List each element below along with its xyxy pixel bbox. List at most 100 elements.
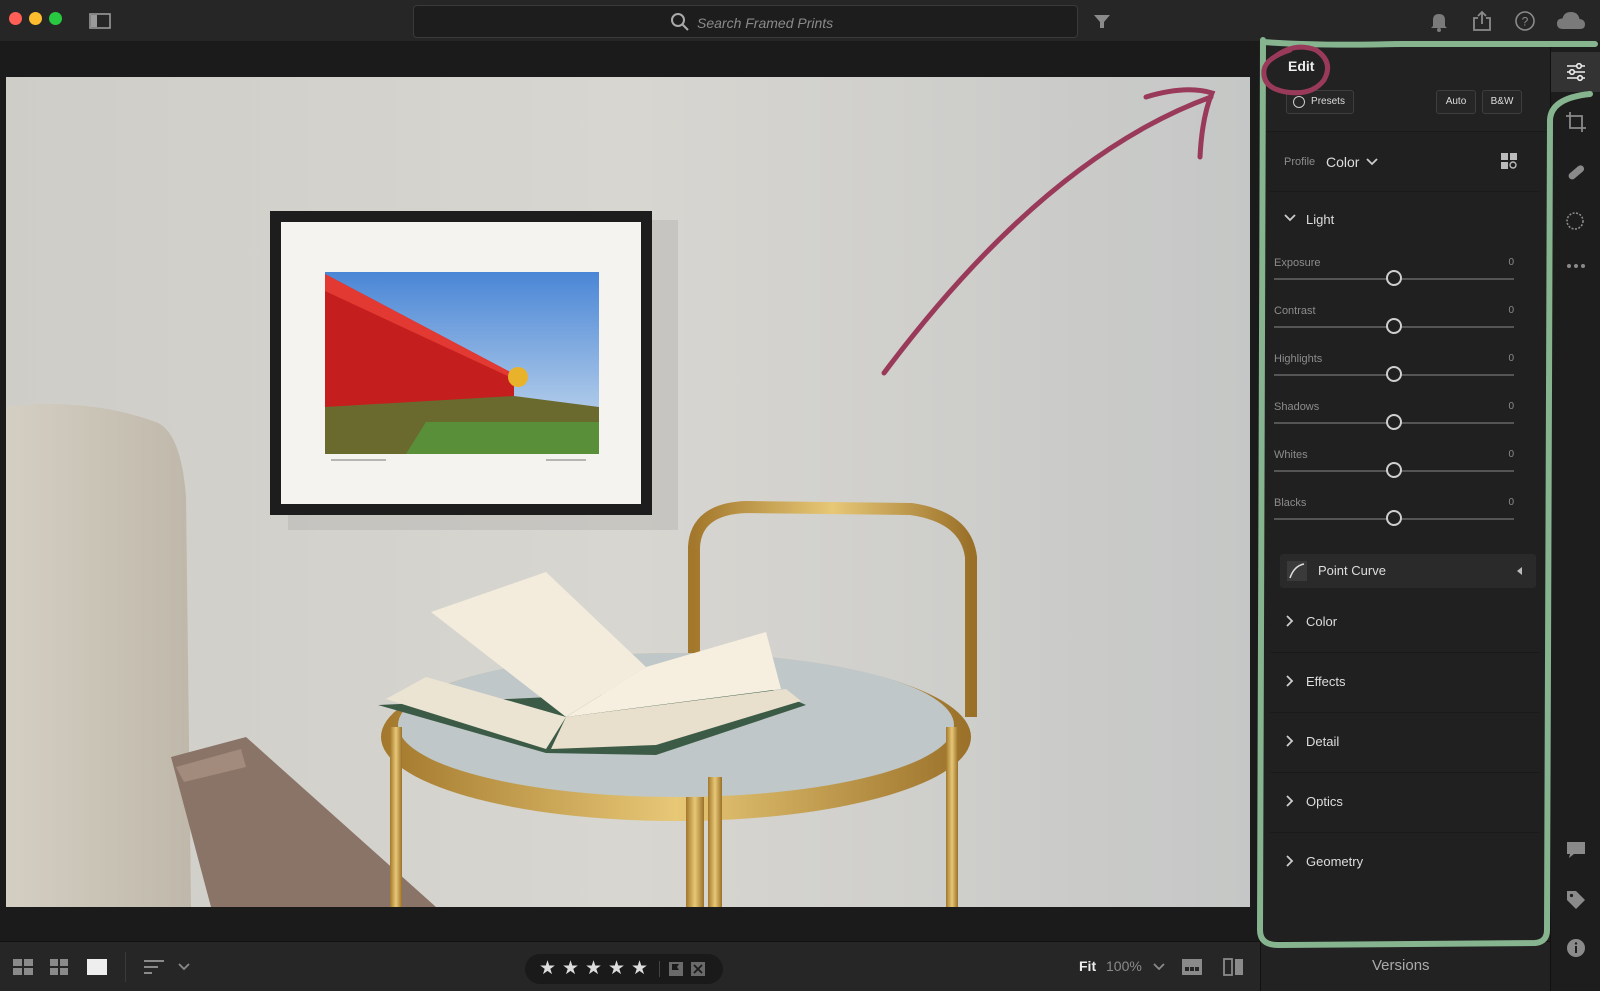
sidebar-toggle-icon[interactable]: [88, 9, 112, 33]
slider-thumb[interactable]: [1386, 270, 1402, 286]
profile-browser-icon[interactable]: [1500, 152, 1518, 170]
slider-thumb[interactable]: [1386, 318, 1402, 334]
point-curve-row[interactable]: Point Curve: [1280, 554, 1536, 588]
minimize-window-button[interactable]: [29, 12, 42, 25]
search-input[interactable]: Search Framed Prints: [697, 15, 833, 31]
detail-view-icon[interactable]: [85, 956, 109, 978]
filter-icon[interactable]: [1090, 9, 1114, 33]
curve-icon: [1287, 561, 1307, 581]
light-section-header[interactable]: Light: [1270, 192, 1540, 248]
slider-value: 0: [1508, 353, 1514, 364]
presets-button[interactable]: Presets: [1286, 90, 1354, 114]
slider-label: Shadows: [1274, 401, 1320, 413]
chevron-right-icon: [1286, 795, 1294, 807]
slider-label: Contrast: [1274, 305, 1316, 317]
compare-icon[interactable]: [1222, 956, 1246, 978]
square-grid-icon[interactable]: [12, 956, 36, 978]
star-3[interactable]: ★: [585, 957, 602, 980]
auto-button[interactable]: Auto: [1436, 90, 1476, 114]
chevron-right-icon: [1286, 855, 1294, 867]
profile-dropdown[interactable]: Color: [1326, 154, 1359, 170]
search-bar[interactable]: Search Framed Prints: [413, 5, 1078, 38]
cloud-icon[interactable]: [1555, 9, 1587, 33]
versions-panel: Versions: [1260, 941, 1550, 991]
contrast-slider[interactable]: Contrast 0: [1274, 305, 1514, 351]
effects-section-header[interactable]: Effects: [1270, 653, 1540, 713]
maximize-window-button[interactable]: [49, 12, 62, 25]
presets-label: Presets: [1311, 96, 1345, 107]
geometry-section-header[interactable]: Geometry: [1270, 833, 1540, 893]
slider-value: 0: [1508, 497, 1514, 508]
edit-title: Edit: [1288, 58, 1315, 74]
slider-label: Blacks: [1274, 497, 1307, 509]
sliders-icon[interactable]: [1564, 60, 1588, 84]
detail-section-header[interactable]: Detail: [1270, 713, 1540, 773]
crop-icon[interactable]: [1564, 110, 1588, 134]
search-icon: [671, 13, 689, 31]
more-icon[interactable]: [1564, 254, 1588, 278]
chevron-down-icon: [1284, 214, 1296, 222]
slider-label: Exposure: [1274, 257, 1321, 269]
info-icon[interactable]: [1564, 936, 1588, 960]
slider-thumb[interactable]: [1386, 462, 1402, 478]
flag-reject-icon[interactable]: [690, 961, 706, 977]
main-photo[interactable]: [6, 77, 1250, 907]
section-label: Geometry: [1306, 854, 1364, 869]
tag-icon[interactable]: [1564, 888, 1588, 912]
presets-icon: [1293, 96, 1305, 108]
chevron-right-icon: [1286, 735, 1294, 747]
rating-flag-bar: ★ ★ ★ ★ ★: [525, 954, 723, 984]
zoom-fit-button[interactable]: Fit: [1079, 958, 1096, 974]
slider-thumb[interactable]: [1386, 510, 1402, 526]
comment-icon[interactable]: [1564, 838, 1588, 862]
exposure-slider[interactable]: Exposure 0: [1274, 257, 1514, 303]
slider-value: 0: [1508, 401, 1514, 412]
bell-icon[interactable]: [1427, 9, 1451, 33]
section-label: Detail: [1306, 734, 1340, 749]
title-bar: Search Framed Prints ?: [0, 0, 1600, 42]
blacks-slider[interactable]: Blacks 0: [1274, 497, 1514, 543]
room-scene-image: [6, 77, 1250, 907]
shadows-slider[interactable]: Shadows 0: [1274, 401, 1514, 447]
star-4[interactable]: ★: [608, 957, 625, 980]
star-1[interactable]: ★: [539, 957, 556, 980]
flag-pick-icon[interactable]: [668, 961, 684, 977]
chevron-down-icon[interactable]: [178, 962, 190, 972]
slider-value: 0: [1508, 257, 1514, 268]
profile-row: Profile Color: [1270, 134, 1540, 192]
versions-button[interactable]: Versions: [1372, 957, 1430, 974]
section-label: Optics: [1306, 794, 1343, 809]
bw-button[interactable]: B&W: [1482, 90, 1522, 114]
masking-icon[interactable]: [1564, 210, 1588, 234]
filmstrip-icon[interactable]: [1180, 956, 1204, 978]
share-icon[interactable]: [1470, 9, 1494, 33]
color-section-header[interactable]: Color: [1270, 593, 1540, 653]
chevron-down-icon[interactable]: [1153, 962, 1165, 972]
slider-label: Whites: [1274, 449, 1308, 461]
help-icon[interactable]: ?: [1513, 9, 1537, 33]
slider-thumb[interactable]: [1386, 414, 1402, 430]
close-window-button[interactable]: [9, 12, 22, 25]
star-2[interactable]: ★: [562, 957, 579, 980]
slider-thumb[interactable]: [1386, 366, 1402, 382]
edit-panel: Edit Presets Auto B&W Profile Color Ligh…: [1260, 42, 1550, 941]
whites-slider[interactable]: Whites 0: [1274, 449, 1514, 495]
photo-grid-icon[interactable]: [48, 956, 72, 978]
slider-label: Highlights: [1274, 353, 1323, 365]
highlights-slider[interactable]: Highlights 0: [1274, 353, 1514, 399]
light-section-label: Light: [1306, 212, 1335, 227]
chevron-down-icon[interactable]: [1366, 157, 1378, 167]
sort-icon[interactable]: [142, 956, 166, 978]
divider: [125, 952, 126, 982]
star-5[interactable]: ★: [631, 957, 648, 980]
optics-section-header[interactable]: Optics: [1270, 773, 1540, 833]
section-label: Color: [1306, 614, 1338, 629]
svg-text:?: ?: [1522, 15, 1529, 29]
slider-value: 0: [1508, 305, 1514, 316]
zoom-percent-button[interactable]: 100%: [1106, 958, 1142, 974]
healing-brush-icon[interactable]: [1564, 160, 1588, 184]
chevron-right-icon: [1286, 675, 1294, 687]
photo-viewer[interactable]: [0, 42, 1260, 941]
slider-value: 0: [1508, 449, 1514, 460]
tool-strip: [1550, 42, 1600, 991]
